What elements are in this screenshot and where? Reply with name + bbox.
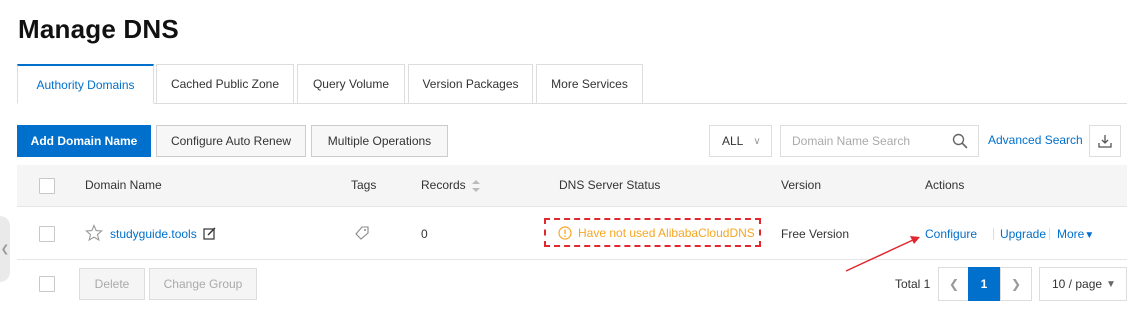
row-checkbox[interactable]: [39, 226, 55, 242]
tab-authority-domains[interactable]: Authority Domains: [17, 64, 154, 104]
page-title: Manage DNS: [18, 14, 179, 44]
domain-search-input[interactable]: [781, 126, 941, 156]
column-records[interactable]: Records: [421, 178, 466, 192]
table-footer: Delete Change Group Total 1 ❮ 1 ❯ 10 / p…: [17, 260, 1127, 310]
warning-icon: [558, 225, 572, 240]
sort-icon[interactable]: [471, 179, 481, 193]
tab-cached-public-zone[interactable]: Cached Public Zone: [156, 64, 294, 104]
footer-select-all-checkbox[interactable]: [39, 276, 55, 292]
side-collapse-handle[interactable]: ❮: [0, 216, 10, 282]
column-tags: Tags: [351, 178, 377, 192]
search-icon[interactable]: [952, 133, 968, 149]
table-header: Domain Name Tags Records DNS Server Stat…: [17, 165, 1127, 207]
upgrade-link[interactable]: Upgrade: [1000, 227, 1046, 241]
domain-search-box: [780, 125, 979, 157]
add-domain-button[interactable]: Add Domain Name: [17, 125, 151, 157]
page-size-select[interactable]: 10 / page ▼: [1039, 267, 1127, 301]
star-icon[interactable]: [85, 224, 103, 242]
table-row: studyguide.tools 0 Have not used Alibaba…: [17, 207, 1127, 260]
group-filter-value: ALL: [722, 134, 744, 148]
tab-version-packages[interactable]: Version Packages: [408, 64, 533, 104]
page-1-button[interactable]: 1: [968, 267, 1000, 301]
more-actions-link[interactable]: More▼: [1057, 227, 1094, 241]
chevron-right-icon: ❯: [1010, 277, 1022, 291]
tag-icon[interactable]: [355, 226, 369, 240]
advanced-search-link[interactable]: Advanced Search: [988, 133, 1083, 147]
version-value: Free Version: [781, 227, 850, 241]
download-button[interactable]: [1089, 125, 1121, 157]
delete-button[interactable]: Delete: [79, 268, 145, 300]
chevron-down-icon: ∨: [753, 135, 761, 147]
domain-name-link[interactable]: studyguide.tools: [110, 227, 197, 241]
multiple-operations-button[interactable]: Multiple Operations: [311, 125, 448, 157]
total-count: Total 1: [895, 277, 931, 291]
chevron-left-icon: ❮: [0, 243, 10, 255]
configure-link[interactable]: Configure: [925, 227, 977, 241]
column-dns-server-status: DNS Server Status: [559, 178, 661, 192]
more-actions-label: More: [1057, 227, 1085, 241]
action-separator: [993, 228, 994, 240]
download-icon: [1098, 135, 1112, 148]
column-actions: Actions: [925, 178, 965, 192]
action-separator: [1049, 228, 1050, 240]
column-version: Version: [781, 178, 822, 192]
prev-page-button[interactable]: ❮: [938, 267, 970, 301]
column-domain-name: Domain Name: [85, 178, 162, 192]
tab-query-volume[interactable]: Query Volume: [297, 64, 405, 104]
caret-down-icon: ▼: [1084, 230, 1095, 241]
dns-status-text: Have not used AlibabaCloudDNS: [578, 225, 755, 240]
configure-auto-renew-button[interactable]: Configure Auto Renew: [156, 125, 306, 157]
change-group-button[interactable]: Change Group: [149, 268, 257, 300]
tab-more-services[interactable]: More Services: [536, 64, 643, 104]
chevron-left-icon: ❮: [948, 277, 960, 291]
edit-icon[interactable]: [203, 227, 216, 240]
chevron-down-icon: ▼: [1106, 278, 1116, 290]
tab-bar: Authority Domains Cached Public Zone Que…: [17, 64, 1127, 104]
records-count: 0: [421, 227, 428, 241]
page-size-value: 10 / page: [1052, 277, 1103, 291]
select-all-checkbox[interactable]: [39, 178, 55, 194]
dns-status-badge: Have not used AlibabaCloudDNS: [544, 218, 761, 247]
next-page-button[interactable]: ❯: [1000, 267, 1032, 301]
group-filter-select[interactable]: ALL ∨: [709, 125, 772, 157]
